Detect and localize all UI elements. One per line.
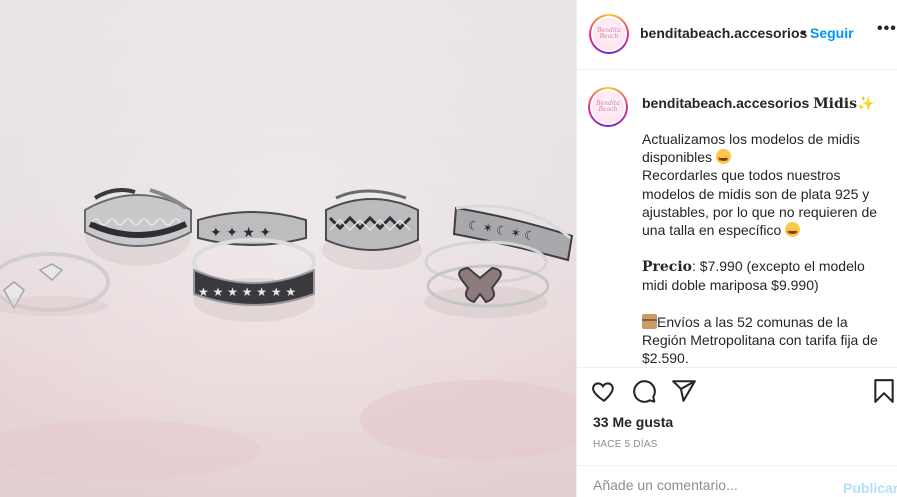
brand-logo: Bendita Beach xyxy=(592,91,624,123)
post-photo[interactable]: ✦ ✦ ★ ✦ ★ ★ ★ ★ ★ ★ ★ ☾ ✶ ☾ ✶ ☾ xyxy=(0,0,576,497)
bookmark-icon[interactable] xyxy=(871,378,897,404)
follow-button[interactable]: Seguir xyxy=(810,25,854,41)
caption-text: Actualizamos los modelos de midis dispon… xyxy=(642,130,892,367)
svg-text:★ ★ ★ ★ ★ ★ ★: ★ ★ ★ ★ ★ ★ ★ xyxy=(198,285,296,299)
caption-avatar[interactable]: Bendita Beach xyxy=(588,87,628,127)
comment-icon[interactable] xyxy=(631,378,657,404)
brand-logo: Bendita Beach xyxy=(593,18,625,50)
star-struck-emoji-icon xyxy=(715,149,731,169)
heart-icon[interactable] xyxy=(591,378,617,404)
header-username[interactable]: benditabeach.accesorios xyxy=(640,25,807,41)
star-struck-emoji-icon xyxy=(785,222,801,242)
sparkles-icon: ✨ xyxy=(857,95,875,111)
caption-title: Midis xyxy=(813,96,857,112)
comment-input[interactable] xyxy=(593,477,833,493)
post-sidebar: Bendita Beach benditabeach.accesorios • S… xyxy=(576,0,897,497)
more-options-icon[interactable]: ••• xyxy=(877,20,897,38)
caption-username[interactable]: benditabeach.accesorios xyxy=(642,95,809,111)
post-header: Bendita Beach benditabeach.accesorios • S… xyxy=(577,0,897,70)
share-icon[interactable] xyxy=(671,378,697,404)
separator-dot: • xyxy=(801,24,806,40)
caption-area[interactable]: Bendita Beach benditabeach.accesorios Mid… xyxy=(577,70,897,368)
caption-shipping: Envíos a las 52 comunas de la Región Met… xyxy=(642,313,878,367)
package-emoji-icon xyxy=(642,313,657,329)
post-timestamp[interactable]: HACE 5 DÍAS xyxy=(593,439,657,450)
like-count[interactable]: 33 Me gusta xyxy=(593,414,673,430)
rings-photo: ✦ ✦ ★ ✦ ★ ★ ★ ★ ★ ★ ★ ☾ ✶ ☾ ✶ ☾ xyxy=(0,0,576,497)
wave-ring xyxy=(84,188,192,266)
comment-bar: Publicar xyxy=(577,465,897,497)
price-label: Precio xyxy=(642,259,692,276)
profile-avatar[interactable]: Bendita Beach xyxy=(589,14,629,54)
caption-paragraph: Actualizamos los modelos de midis dispon… xyxy=(642,130,892,169)
caption-paragraph: Recordarles que todos nuestros modelos d… xyxy=(642,166,892,242)
publish-button[interactable]: Publicar xyxy=(843,480,897,496)
action-bar xyxy=(577,368,897,416)
caption-price: Precio: $7.990 (excepto el modelo midi d… xyxy=(642,258,865,294)
caption-header: benditabeach.accesorios Midis✨ xyxy=(642,95,874,112)
